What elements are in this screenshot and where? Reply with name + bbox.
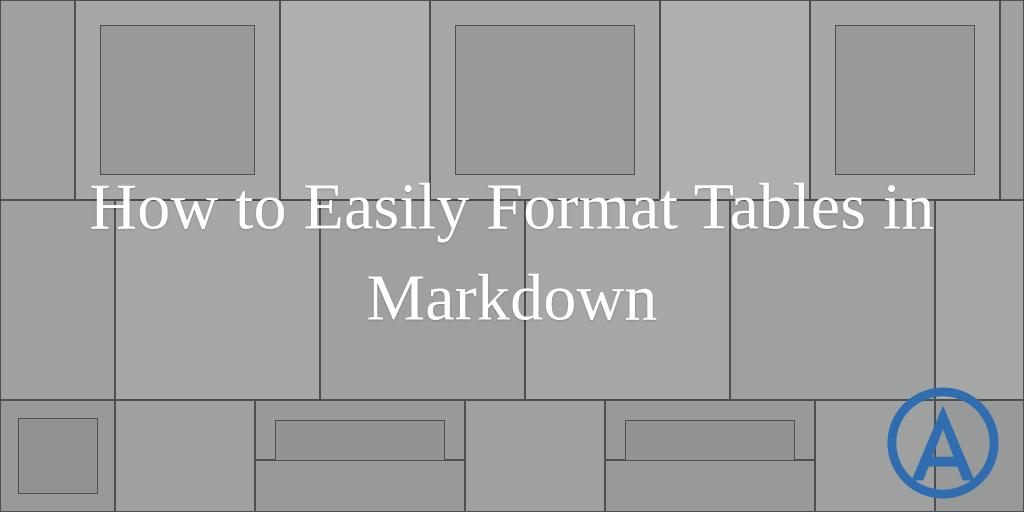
bg-tile (835, 25, 975, 175)
circle-a-logo-icon (884, 384, 1002, 502)
bg-tile (1000, 0, 1024, 200)
bg-tile (115, 400, 255, 512)
bg-tile (605, 460, 815, 512)
bg-tile (455, 25, 635, 175)
bg-tile (465, 400, 605, 512)
hero-canvas: How to Easily Format Tables in Markdown (0, 0, 1024, 512)
article-title: How to Easily Format Tables in Markdown (51, 161, 973, 343)
bg-tile (18, 418, 98, 494)
bg-tile (100, 25, 255, 175)
bg-tile (255, 460, 465, 512)
